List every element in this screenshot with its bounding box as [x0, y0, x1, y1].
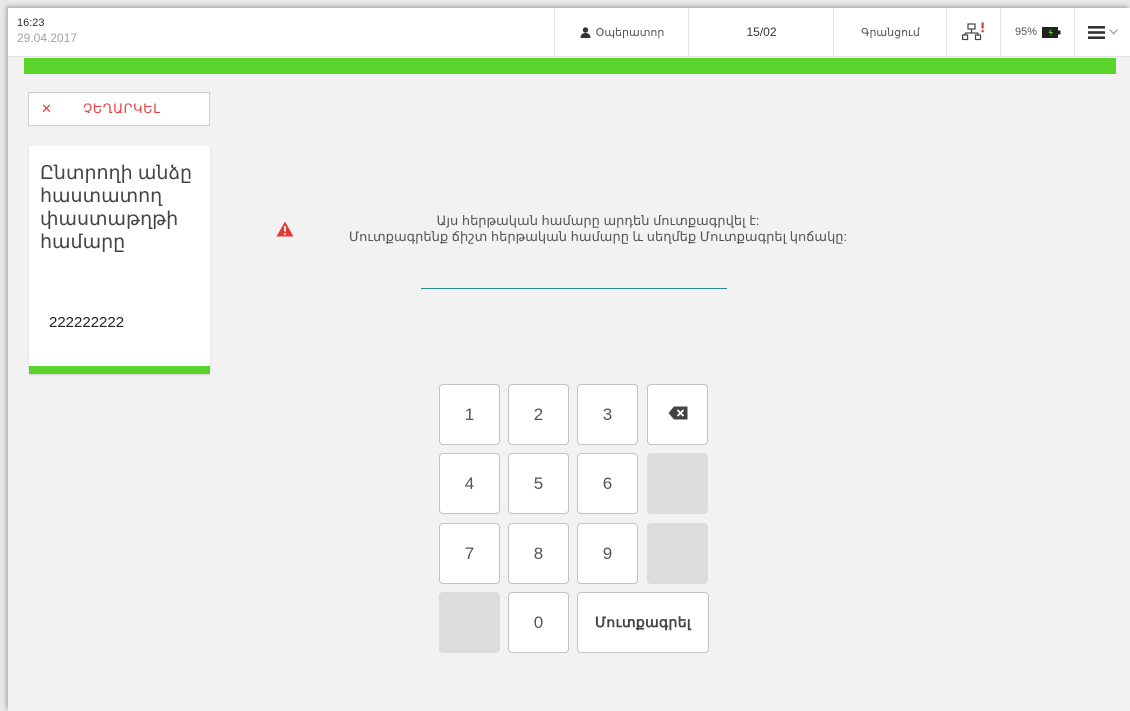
counter-value: 15/02 — [746, 25, 777, 39]
clock-date: 29.04.2017 — [17, 31, 78, 45]
key-1[interactable]: 1 — [439, 384, 500, 445]
key-blank — [647, 453, 708, 514]
warning-triangle-icon — [276, 221, 294, 242]
user-icon — [580, 26, 591, 38]
hamburger-menu-icon — [1088, 25, 1105, 39]
counter-display: 15/02 — [688, 8, 834, 56]
operator-button[interactable]: Օպերատոր — [554, 8, 689, 56]
operator-label: Օպերատոր — [595, 26, 665, 39]
battery-label: 95% — [1014, 26, 1038, 38]
progress-bar — [24, 58, 1116, 74]
warning-line-1: Այս հերթական համարը արդեն մուտքագրվել է: — [436, 213, 760, 228]
card-title: Ընտրողի անձը հաստատող փաստաթղթի համարը — [40, 163, 193, 253]
key-blank — [647, 523, 708, 584]
key-2[interactable]: 2 — [508, 384, 569, 445]
cancel-label: ՉԵՂԱՐԿԵԼ — [83, 101, 161, 116]
app-window: 16:23 29.04.2017 Օպերատոր 15/02 Գրանցում — [8, 8, 1130, 711]
warning-line-2: Մուտքագրենք ճիշտ հերթական համարը և սեղմե… — [348, 229, 848, 244]
backspace-button[interactable] — [647, 384, 708, 445]
key-4[interactable]: 4 — [439, 453, 500, 514]
progress-fill — [24, 58, 1116, 74]
document-number-card: Ընտրողի անձը հաստատող փաստաթղթի համարը 2… — [29, 146, 210, 374]
key-blank — [439, 592, 500, 653]
datetime: 16:23 29.04.2017 — [17, 16, 77, 46]
card-value: 222222222 — [49, 314, 125, 331]
close-icon: ✕ — [41, 101, 52, 116]
submit-button[interactable]: Մուտքագրել — [577, 592, 709, 653]
network-status-button[interactable] — [946, 8, 1001, 56]
registration-label: Գրանցում — [861, 26, 920, 39]
clock-time: 16:23 — [17, 17, 45, 29]
battery-status: 95% — [1000, 8, 1075, 56]
key-9[interactable]: 9 — [577, 523, 638, 584]
registration-button[interactable]: Գրանցում — [833, 8, 947, 56]
backspace-icon — [668, 405, 688, 425]
cancel-button[interactable]: ✕ ՉԵՂԱՐԿԵԼ — [28, 92, 210, 126]
key-7[interactable]: 7 — [439, 523, 500, 584]
key-5[interactable]: 5 — [508, 453, 569, 514]
key-6[interactable]: 6 — [577, 453, 638, 514]
top-bar: 16:23 29.04.2017 Օպերատոր 15/02 Գրանցում — [8, 8, 1130, 57]
key-3[interactable]: 3 — [577, 384, 638, 445]
key-0[interactable]: 0 — [508, 592, 569, 653]
battery-icon — [1042, 26, 1061, 38]
main-menu-button[interactable] — [1074, 8, 1130, 56]
network-warning-icon — [962, 22, 986, 42]
serial-number-input[interactable] — [421, 264, 727, 289]
warning-message: Այս հերթական համարը արդեն մուտքագրվել է:… — [308, 213, 888, 245]
key-8[interactable]: 8 — [508, 523, 569, 584]
chevron-down-icon — [1109, 29, 1118, 35]
card-status-bar — [29, 366, 210, 374]
